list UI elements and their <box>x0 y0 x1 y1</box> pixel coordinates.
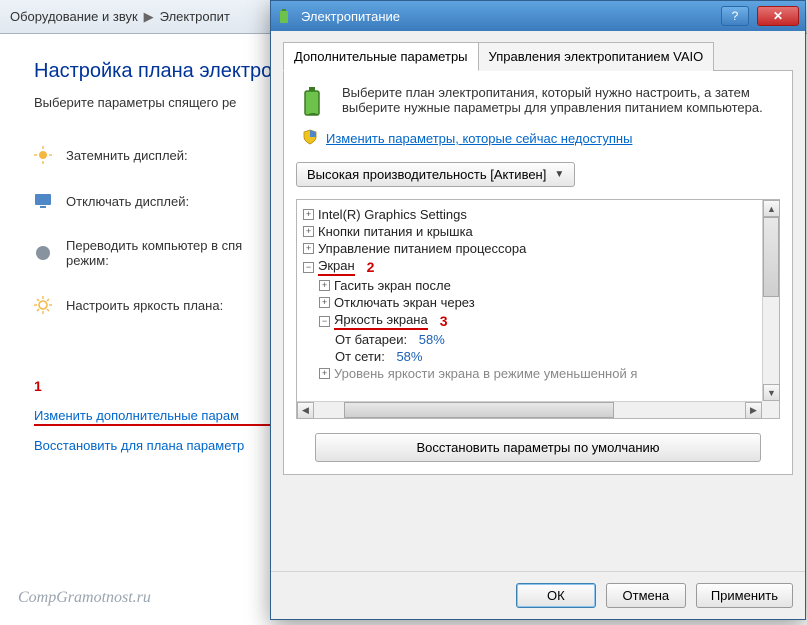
cancel-button[interactable]: Отмена <box>606 583 686 608</box>
scroll-up-button[interactable]: ▲ <box>763 200 780 217</box>
tree-label: Управление питанием процессора <box>318 241 526 256</box>
tree-leaf-on-battery[interactable]: От батареи: 58% <box>303 331 775 348</box>
tab-panel: Выберите план электропитания, который ну… <box>283 71 793 475</box>
titlebar[interactable]: Электропитание ? ✕ <box>271 1 805 31</box>
settings-tree[interactable]: + Intel(R) Graphics Settings + Кнопки пи… <box>297 200 779 418</box>
battery-icon <box>277 8 293 24</box>
row-brightness-label: Настроить яркость плана: <box>66 298 223 313</box>
collapse-icon[interactable]: − <box>319 316 330 327</box>
annotation-2: 2 <box>367 259 375 275</box>
expand-icon[interactable]: + <box>303 226 314 237</box>
annotation-3: 3 <box>440 313 448 329</box>
tree-label: Intel(R) Graphics Settings <box>318 207 467 222</box>
expand-icon[interactable]: + <box>303 209 314 220</box>
tree-label: Уровень яркости экрана в режиме уменьшен… <box>334 366 637 381</box>
expand-icon[interactable]: + <box>319 280 330 291</box>
scroll-left-button[interactable]: ◀ <box>297 402 314 419</box>
tree-node-intel-graphics[interactable]: + Intel(R) Graphics Settings <box>303 206 775 223</box>
chevron-down-icon: ▼ <box>554 169 564 180</box>
tab-vaio[interactable]: Управления электропитанием VAIO <box>478 42 715 71</box>
tree-node-dim-level-cut[interactable]: + Уровень яркости экрана в режиме уменьш… <box>303 365 775 382</box>
intro-block: Выберите план электропитания, который ну… <box>296 85 780 119</box>
battery-large-icon <box>296 85 330 119</box>
uac-change-link[interactable]: Изменить параметры, которые сейчас недос… <box>326 131 632 146</box>
chevron-right-icon: ▶ <box>144 9 154 25</box>
breadcrumb-part-1[interactable]: Оборудование и звук <box>10 9 138 24</box>
plan-dropdown-label: Высокая производительность [Активен] <box>307 167 546 182</box>
intro-text: Выберите план электропитания, который ну… <box>342 85 780 115</box>
shield-icon <box>302 129 318 148</box>
moon-icon <box>34 244 52 262</box>
scroll-thumb[interactable] <box>344 402 614 418</box>
help-button[interactable]: ? <box>721 6 749 26</box>
row-sleep-label: Переводить компьютер в спя режим: <box>66 238 242 268</box>
tree-value[interactable]: 58% <box>396 349 422 364</box>
tree-label: Гасить экран после <box>334 278 451 293</box>
tree-label: Отключать экран через <box>334 295 475 310</box>
scroll-thumb[interactable] <box>763 217 779 297</box>
expand-icon[interactable]: + <box>319 368 330 379</box>
apply-button[interactable]: Применить <box>696 583 793 608</box>
monitor-icon <box>34 192 52 210</box>
uac-link-row: Изменить параметры, которые сейчас недос… <box>302 129 780 148</box>
tree-horizontal-scrollbar[interactable]: ◀ ▶ <box>297 401 762 418</box>
tree-node-power-buttons[interactable]: + Кнопки питания и крышка <box>303 223 775 240</box>
sun-icon <box>34 296 52 314</box>
tree-label: Кнопки питания и крышка <box>318 224 473 239</box>
tab-advanced[interactable]: Дополнительные параметры <box>283 42 479 71</box>
expand-icon[interactable]: + <box>303 243 314 254</box>
watermark: CompGramotnost.ru <box>18 589 151 607</box>
tree-vertical-scrollbar[interactable]: ▲ ▼ <box>762 200 779 401</box>
ok-button[interactable]: ОК <box>516 583 596 608</box>
tree-node-dim-after[interactable]: + Гасить экран после <box>303 277 775 294</box>
scroll-corner <box>762 401 779 418</box>
close-button[interactable]: ✕ <box>757 6 799 26</box>
dialog-title: Электропитание <box>301 9 400 24</box>
scroll-down-button[interactable]: ▼ <box>763 384 780 401</box>
tree-value[interactable]: 58% <box>419 332 445 347</box>
tree-node-brightness[interactable]: − Яркость экрана 3 <box>303 311 775 331</box>
dialog-footer: ОК Отмена Применить <box>271 571 805 619</box>
tree-label: Яркость экрана <box>334 312 428 330</box>
tree-node-cpu-power[interactable]: + Управление питанием процессора <box>303 240 775 257</box>
row-off-label: Отключать дисплей: <box>66 194 189 209</box>
tabstrip: Дополнительные параметры Управления элек… <box>283 41 793 71</box>
breadcrumb-part-2[interactable]: Электропит <box>160 9 230 24</box>
tree-label: Экран <box>318 258 355 276</box>
scroll-right-button[interactable]: ▶ <box>745 402 762 419</box>
plan-dropdown[interactable]: Высокая производительность [Активен] ▼ <box>296 162 575 187</box>
tree-node-display[interactable]: − Экран 2 <box>303 257 775 277</box>
sun-dim-icon <box>34 146 52 164</box>
tree-node-off-after[interactable]: + Отключать экран через <box>303 294 775 311</box>
tree-leaf-plugged-in[interactable]: От сети: 58% <box>303 348 775 365</box>
tree-label: От батареи: <box>335 332 407 347</box>
annotation-1: 1 <box>34 378 42 394</box>
settings-tree-wrap: + Intel(R) Graphics Settings + Кнопки пи… <box>296 199 780 419</box>
dialog-body: Дополнительные параметры Управления элек… <box>271 31 805 475</box>
collapse-icon[interactable]: − <box>303 262 314 273</box>
tree-label: От сети: <box>335 349 385 364</box>
expand-icon[interactable]: + <box>319 297 330 308</box>
row-dim-label: Затемнить дисплей: <box>66 148 188 163</box>
power-options-dialog: Электропитание ? ✕ Дополнительные параме… <box>270 0 806 620</box>
restore-defaults-button[interactable]: Восстановить параметры по умолчанию <box>315 433 760 462</box>
